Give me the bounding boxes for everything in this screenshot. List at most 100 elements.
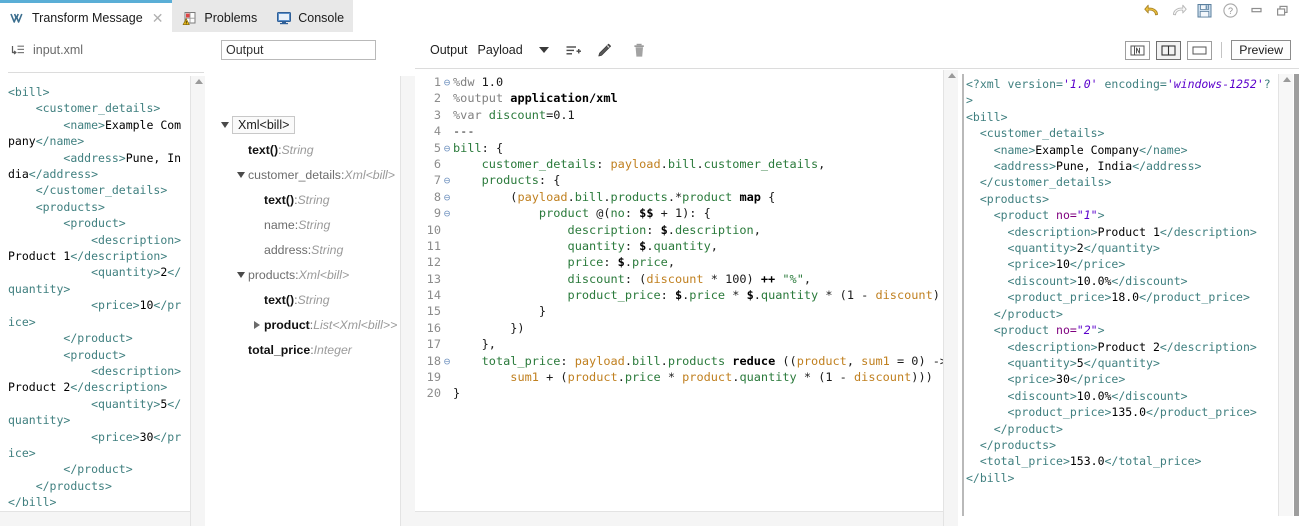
- tree-node-type: Xml<bill>: [344, 167, 395, 182]
- code-token: ,: [846, 353, 862, 368]
- code-token: <price>: [966, 372, 1057, 387]
- fold-toggle-icon[interactable]: ⊖: [441, 206, 453, 222]
- preview-button[interactable]: Preview: [1231, 40, 1291, 60]
- tree-expander[interactable]: [250, 320, 264, 329]
- code-token: product: [796, 353, 847, 368]
- fold-toggle-icon[interactable]: ⊖: [441, 190, 453, 206]
- preview-xml-line: <product no="1">: [966, 207, 1276, 223]
- code-token: no=: [1056, 323, 1077, 338]
- preview-xml-line: <description>Product 2</description>: [966, 339, 1276, 355]
- input-xml-line: </bill>: [8, 494, 186, 510]
- fold-toggle-icon[interactable]: ⊖: [441, 173, 453, 189]
- scroll-up-arrow-icon[interactable]: [194, 79, 203, 84]
- tree-node[interactable]: Xml<bill>: [212, 112, 402, 137]
- preview-xml-line: <total_price>153.0</total_price>: [966, 453, 1276, 469]
- code-token: .: [667, 222, 675, 237]
- fold-toggle-icon[interactable]: ⊖: [441, 354, 453, 370]
- redo-icon[interactable]: [1170, 2, 1187, 19]
- tree-expander[interactable]: [234, 271, 248, 278]
- input-vertical-scrollbar[interactable]: [190, 76, 205, 526]
- code-token: }: [453, 386, 461, 401]
- tree-node[interactable]: text() : String: [212, 137, 402, 162]
- preview-xml-code[interactable]: <?xml version='1.0' encoding='windows-12…: [966, 76, 1276, 516]
- minimize-icon[interactable]: [1248, 2, 1265, 19]
- tree-node[interactable]: product : List<Xml<bill>>: [212, 312, 402, 337]
- tab-console[interactable]: Console: [266, 0, 354, 32]
- save-icon[interactable]: [1196, 2, 1213, 19]
- code-token: </quantity>: [1083, 355, 1160, 370]
- editor-horizontal-scrollbar[interactable]: [415, 511, 943, 526]
- wide-pane-layout-icon[interactable]: [1187, 40, 1213, 60]
- close-icon[interactable]: ✕: [152, 11, 164, 25]
- code-token: =0.1: [546, 107, 575, 122]
- tree-node[interactable]: customer_details : Xml<bill>: [212, 162, 402, 187]
- single-pane-layout-icon[interactable]: [1125, 40, 1151, 60]
- code-token: <price>: [8, 429, 140, 444]
- add-lines-icon[interactable]: [565, 42, 582, 59]
- tree-node[interactable]: address : String: [212, 237, 402, 262]
- input-header-rule: [8, 72, 204, 73]
- line-number: 18: [426, 353, 441, 368]
- code-token: *: [660, 370, 683, 385]
- tree-node[interactable]: text() : String: [212, 287, 402, 312]
- input-horizontal-scrollbar[interactable]: [0, 511, 190, 526]
- console-icon: [276, 10, 292, 26]
- dataweave-code[interactable]: 1 ⊖ %dw 1.0 2 %output application/xml 3 %var d…: [415, 74, 943, 514]
- preview-outer-scroll-thumb[interactable]: [1294, 74, 1299, 516]
- tree-node-type: String: [281, 142, 314, 157]
- input-xml-code[interactable]: <bill> <customer_details> <name>Example …: [8, 84, 186, 516]
- output-name-input[interactable]: [221, 40, 376, 60]
- tree-expander[interactable]: [218, 121, 232, 128]
- help-icon[interactable]: ?: [1222, 2, 1239, 19]
- undo-icon[interactable]: [1144, 2, 1161, 19]
- code-token: bill: [453, 140, 482, 155]
- tree-expander[interactable]: [234, 171, 248, 178]
- line-number: 5: [433, 140, 441, 155]
- code-token: <discount>: [966, 388, 1077, 403]
- code-token: quantity: [739, 370, 797, 385]
- tree-node[interactable]: name : String: [212, 212, 402, 237]
- preview-xml-line: <bill>: [966, 109, 1276, 125]
- tab-transform-message[interactable]: Transform Message ✕: [0, 0, 173, 32]
- chevron-down-icon[interactable]: [221, 121, 229, 128]
- tree-node-type: String: [297, 192, 330, 207]
- scroll-up-arrow-icon[interactable]: [947, 73, 956, 78]
- editor-vertical-scrollbar[interactable]: [943, 70, 958, 526]
- preview-xml-line: </bill>: [966, 470, 1276, 486]
- tree-node[interactable]: products : Xml<bill>: [212, 262, 402, 287]
- input-xml-line: <products>: [8, 199, 186, 215]
- fold-toggle-icon[interactable]: ⊖: [441, 141, 453, 157]
- code-token: + 1): {: [653, 206, 711, 221]
- dataweave-editor-panel: Output Payload 1 ⊖ %dw 1.0 2 %output app…: [415, 32, 960, 526]
- code-token: </name>: [1139, 142, 1188, 157]
- code-token: :: [603, 255, 618, 270]
- chevron-down-icon[interactable]: [538, 47, 549, 53]
- code-token: <quantity>: [966, 241, 1077, 256]
- code-token: price: [689, 288, 726, 303]
- chevron-down-icon[interactable]: [237, 171, 245, 178]
- output-type-tree[interactable]: Xml<bill> text() : String customer_details…: [212, 112, 402, 362]
- preview-vertical-scrollbar[interactable]: [1278, 74, 1293, 516]
- code-token: </product_price>: [1139, 290, 1250, 305]
- tree-node[interactable]: text() : String: [212, 187, 402, 212]
- tree-vertical-scrollbar[interactable]: [400, 76, 415, 526]
- restore-icon[interactable]: [1274, 2, 1291, 19]
- chevron-down-icon[interactable]: [237, 271, 245, 278]
- tab-problems[interactable]: Problems: [172, 0, 267, 32]
- code-token: 1.0: [481, 75, 504, 89]
- code-token: sum1: [861, 353, 890, 368]
- code-token: discount: [567, 271, 625, 286]
- fold-toggle-icon[interactable]: ⊖: [441, 75, 453, 91]
- trash-icon[interactable]: [631, 42, 648, 59]
- tree-node-type: String: [298, 217, 331, 232]
- code-token: <quantity>: [8, 396, 161, 411]
- code-token: bill: [632, 353, 661, 368]
- chevron-right-icon[interactable]: [254, 320, 260, 329]
- tree-node[interactable]: total_price : Integer: [212, 337, 402, 362]
- scroll-up-arrow-icon[interactable]: [1282, 77, 1291, 82]
- preview-xml-line: <name>Example Company</name>: [966, 142, 1276, 158]
- split-pane-layout-icon[interactable]: [1156, 40, 1182, 60]
- code-token: </product>: [8, 462, 133, 477]
- pencil-icon[interactable]: [596, 42, 613, 59]
